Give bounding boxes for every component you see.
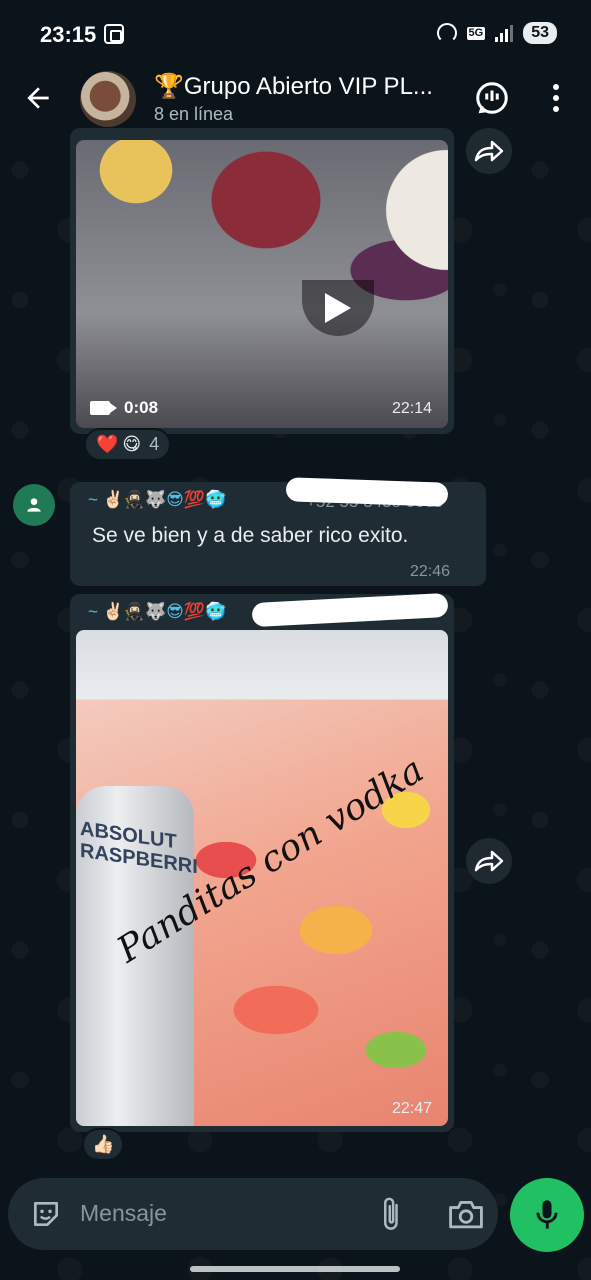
reaction-emoji: 😋 xyxy=(122,434,142,454)
forward-icon xyxy=(474,850,504,872)
play-button[interactable] xyxy=(302,280,374,336)
sender-name[interactable]: ~ ✌🏻🥷🏻🐺😎💯🥶 xyxy=(88,490,226,510)
video-thumbnail[interactable] xyxy=(76,140,448,428)
status-time: 23:15 xyxy=(40,22,97,47)
back-arrow-icon[interactable] xyxy=(22,82,54,114)
message-input[interactable]: Mensaje xyxy=(80,1200,167,1227)
video-duration: 0:08 xyxy=(90,398,158,418)
group-title[interactable]: 🏆Grupo Abierto VIP PL... xyxy=(154,72,454,101)
emoji-icon[interactable] xyxy=(30,1198,62,1230)
message-time: 22:14 xyxy=(392,400,433,417)
camera-icon[interactable] xyxy=(448,1198,484,1230)
reaction-emoji: 👍🏻 xyxy=(92,1134,115,1154)
message-time: 22:46 xyxy=(410,563,451,580)
home-indicator[interactable] xyxy=(190,1266,400,1272)
battery-level: 53 xyxy=(523,22,557,44)
reactions-bar[interactable]: 👍🏻 xyxy=(82,1128,125,1161)
reaction-emoji: ❤️ xyxy=(96,434,119,454)
signal-icon xyxy=(495,24,514,42)
person-icon xyxy=(27,498,41,512)
message-time: 22:47 xyxy=(392,1100,433,1117)
bottle-label: ABSOLUT RASPBERRI xyxy=(80,817,198,879)
forward-button[interactable] xyxy=(466,128,512,174)
sender-name[interactable]: ~ ✌🏻🥷🏻🐺😎💯🥶 xyxy=(88,602,226,622)
network-type: 5G xyxy=(466,26,486,40)
mic-icon xyxy=(536,1200,558,1229)
video-camera-icon xyxy=(90,401,117,415)
voice-record-button[interactable] xyxy=(510,1178,584,1252)
forward-icon xyxy=(474,140,504,162)
status-right: 5G 53 xyxy=(436,22,557,44)
more-vert-icon[interactable] xyxy=(546,82,566,114)
call-icon[interactable] xyxy=(474,80,510,116)
message-input-bar: Mensaje xyxy=(8,1178,498,1250)
reactions-bar[interactable]: ❤️ 😋 4 xyxy=(84,428,172,461)
message-text: Se ve bien y a de saber rico exito. xyxy=(92,524,409,547)
reaction-count: 4 xyxy=(149,434,160,454)
play-icon xyxy=(325,293,351,323)
attach-icon[interactable] xyxy=(378,1196,406,1232)
status-bar: 23:15 5G 53 xyxy=(0,0,591,64)
online-count: 8 en línea xyxy=(154,104,234,124)
forward-button[interactable] xyxy=(466,838,512,884)
hotspot-icon xyxy=(436,23,457,43)
sender-avatar[interactable] xyxy=(13,484,55,526)
screen-capture-icon xyxy=(104,24,124,44)
group-avatar[interactable] xyxy=(80,71,136,127)
